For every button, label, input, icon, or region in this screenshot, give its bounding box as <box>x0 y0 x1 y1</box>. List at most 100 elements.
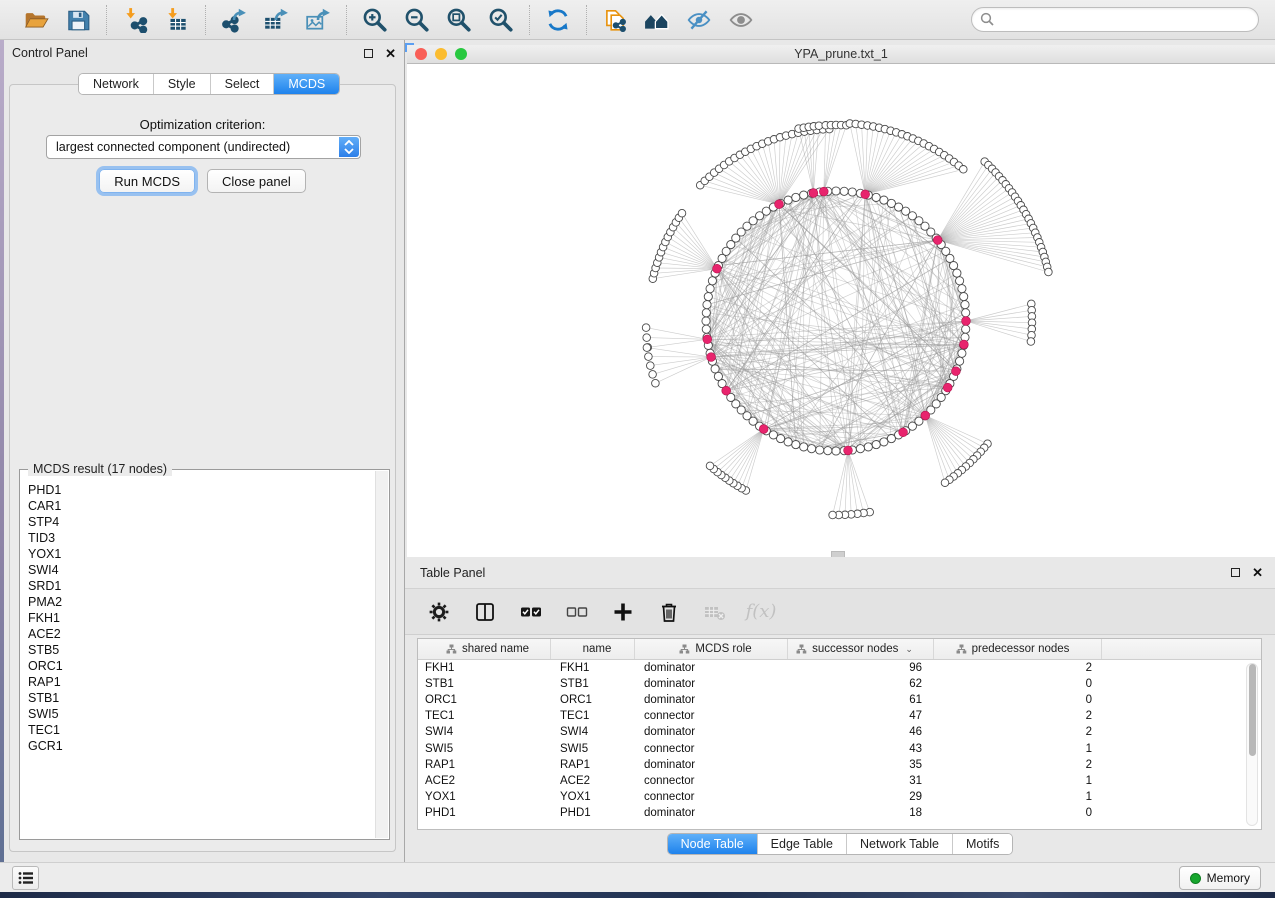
zoom-fit-icon[interactable] <box>445 6 473 34</box>
select-all-icon[interactable] <box>519 600 543 624</box>
open-session-icon[interactable] <box>22 6 50 34</box>
mcds-result-item[interactable]: GCR1 <box>28 738 375 754</box>
mcds-result-item[interactable]: SRD1 <box>28 578 375 594</box>
column-type-icon <box>956 644 967 654</box>
network-graph <box>407 64 1275 557</box>
tab-network[interactable]: Network <box>79 74 154 94</box>
zoom-selected-icon[interactable] <box>487 6 515 34</box>
column-header-shared-name[interactable]: shared name <box>418 639 551 659</box>
tab-mcds[interactable]: MCDS <box>274 74 339 94</box>
table-row[interactable]: ACE2ACE2connector311 <box>418 773 1261 789</box>
zoom-in-icon[interactable] <box>361 6 389 34</box>
mcds-result-list[interactable]: PHD1CAR1STP4TID3YOX1SWI4SRD1PMA2FKH1ACE2… <box>21 478 375 838</box>
column-type-icon <box>446 644 457 654</box>
tab-motifs[interactable]: Motifs <box>953 834 1012 854</box>
network-view-canvas[interactable] <box>407 64 1275 557</box>
search-box[interactable] <box>971 7 1259 32</box>
column-header-successor-nodes[interactable]: successor nodes⌄ <box>788 639 934 659</box>
burger-list-icon <box>18 871 34 885</box>
cell: connector <box>635 791 788 803</box>
toolbar-separator <box>529 5 530 35</box>
run-mcds-button[interactable]: Run MCDS <box>99 169 195 193</box>
float-table-panel-icon[interactable] <box>1231 568 1240 577</box>
mcds-result-item[interactable]: SWI5 <box>28 706 375 722</box>
export-network-icon[interactable] <box>220 6 248 34</box>
cell: 18 <box>788 807 934 819</box>
mcds-result-item[interactable]: ORC1 <box>28 658 375 674</box>
mcds-result-item[interactable]: SWI4 <box>28 562 375 578</box>
mcds-result-item[interactable]: TID3 <box>28 530 375 546</box>
column-header-predecessor-nodes[interactable]: predecessor nodes <box>934 639 1102 659</box>
cell: PHD1 <box>551 807 635 819</box>
clone-network-icon[interactable] <box>601 6 629 34</box>
network-window-titlebar[interactable]: YPA_prune.txt_1 <box>407 45 1275 64</box>
tab-node-table[interactable]: Node Table <box>668 834 758 854</box>
cell: ACE2 <box>551 775 635 787</box>
float-panel-icon[interactable] <box>364 49 373 58</box>
cell: dominator <box>635 807 788 819</box>
tab-edge-table[interactable]: Edge Table <box>758 834 847 854</box>
table-row[interactable]: STB1STB1dominator620 <box>418 676 1261 692</box>
double-house-icon[interactable] <box>643 6 671 34</box>
mcds-result-item[interactable]: RAP1 <box>28 674 375 690</box>
table-row[interactable]: ORC1ORC1dominator610 <box>418 692 1261 708</box>
close-table-panel-icon[interactable]: ✕ <box>1252 566 1263 579</box>
gear-icon[interactable] <box>427 600 451 624</box>
table-row[interactable]: SWI5SWI5connector431 <box>418 740 1261 756</box>
table-row[interactable]: YOX1YOX1connector291 <box>418 789 1261 805</box>
column-header-name[interactable]: name <box>551 639 635 659</box>
table-row[interactable]: TEC1TEC1connector472 <box>418 708 1261 724</box>
optimization-criterion-select[interactable]: largest connected component (undirected) <box>46 135 361 159</box>
column-header-MCDS-role[interactable]: MCDS role <box>635 639 788 659</box>
mcds-result-item[interactable]: PMA2 <box>28 594 375 610</box>
export-image-icon[interactable] <box>304 6 332 34</box>
table-row[interactable]: SWI4SWI4dominator462 <box>418 724 1261 740</box>
cell: ORC1 <box>418 694 551 706</box>
export-table-icon[interactable] <box>262 6 290 34</box>
import-network-icon[interactable] <box>121 6 149 34</box>
save-session-icon[interactable] <box>64 6 92 34</box>
column-type-icon <box>679 644 690 654</box>
tab-style[interactable]: Style <box>154 74 211 94</box>
mcds-result-item[interactable]: YOX1 <box>28 546 375 562</box>
tab-network-table[interactable]: Network Table <box>847 834 953 854</box>
tab-select[interactable]: Select <box>211 74 275 94</box>
mcds-result-item[interactable]: CAR1 <box>28 498 375 514</box>
task-history-button[interactable] <box>12 866 39 890</box>
trash-icon[interactable] <box>657 600 681 624</box>
fx-icon: f(x) <box>749 600 773 624</box>
table-row[interactable]: FKH1FKH1dominator962 <box>418 660 1261 676</box>
refresh-icon[interactable] <box>544 6 572 34</box>
cell: STB1 <box>418 678 551 690</box>
mcds-result-item[interactable]: ACE2 <box>28 626 375 642</box>
mcds-result-item[interactable]: PHD1 <box>28 482 375 498</box>
table-row[interactable]: PHD1PHD1dominator180 <box>418 805 1261 821</box>
search-input[interactable] <box>995 10 1258 30</box>
cell: PHD1 <box>418 807 551 819</box>
deselect-all-icon[interactable] <box>565 600 589 624</box>
mcds-result-scrollbar[interactable] <box>375 471 388 838</box>
table-panel: Table Panel ✕ f(x) shared namename MCDS … <box>405 557 1275 862</box>
table-toolbar: f(x) <box>405 588 1275 635</box>
memory-button[interactable]: Memory <box>1179 866 1261 890</box>
table-scrollbar[interactable] <box>1246 663 1258 826</box>
zoom-out-icon[interactable] <box>403 6 431 34</box>
toolbar-group <box>10 6 104 34</box>
hide-selected-icon[interactable] <box>685 6 713 34</box>
cell: SWI5 <box>418 743 551 755</box>
mcds-result-item[interactable]: FKH1 <box>28 610 375 626</box>
mcds-result-item[interactable]: STB5 <box>28 642 375 658</box>
add-icon[interactable] <box>611 600 635 624</box>
node-table-body: FKH1FKH1dominator962STB1STB1dominator620… <box>418 660 1261 821</box>
mcds-result-item[interactable]: TEC1 <box>28 722 375 738</box>
table-row[interactable]: RAP1RAP1dominator352 <box>418 757 1261 773</box>
close-panel-icon[interactable]: ✕ <box>385 47 396 60</box>
columns-icon[interactable] <box>473 600 497 624</box>
mcds-result-item[interactable]: STP4 <box>28 514 375 530</box>
toolbar-separator <box>205 5 206 35</box>
import-table-icon[interactable] <box>163 6 191 34</box>
table-scrollbar-thumb[interactable] <box>1249 664 1256 756</box>
cell: dominator <box>635 694 788 706</box>
close-panel-button[interactable]: Close panel <box>207 169 306 193</box>
mcds-result-item[interactable]: STB1 <box>28 690 375 706</box>
